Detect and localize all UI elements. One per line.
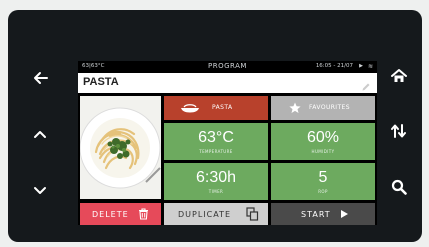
star-icon bbox=[289, 102, 301, 113]
start-button[interactable]: START bbox=[271, 203, 375, 225]
touch-screen: 63|63°C PROGRAM 16:05 - 21/07 ▶ ≋ PASTA bbox=[78, 61, 377, 225]
start-label: START bbox=[301, 210, 331, 219]
humidity-label: HUMIDITY bbox=[311, 149, 335, 154]
status-bar: 63|63°C PROGRAM 16:05 - 21/07 ▶ ≋ bbox=[78, 61, 377, 72]
category-label: PASTA bbox=[212, 104, 233, 111]
duplicate-label: DUPLICATE bbox=[178, 210, 232, 219]
play-icon bbox=[341, 210, 348, 218]
scroll-down-button[interactable] bbox=[27, 178, 53, 204]
rop-tile[interactable]: 5 ROP bbox=[271, 163, 375, 200]
duplicate-button[interactable]: DUPLICATE bbox=[164, 203, 268, 225]
trash-icon bbox=[139, 208, 148, 220]
chevron-down-icon bbox=[34, 187, 46, 194]
wifi-icon: ≋ bbox=[367, 63, 373, 70]
temperature-tile[interactable]: 63°C TEMPERATURE bbox=[164, 123, 268, 160]
duplicate-icon bbox=[246, 207, 259, 221]
timer-value: 6:30h bbox=[195, 169, 237, 186]
timer-tile[interactable]: 6:30h TIMER bbox=[164, 163, 268, 200]
search-icon bbox=[391, 179, 407, 195]
back-arrow-icon bbox=[34, 72, 48, 84]
home-icon bbox=[391, 69, 407, 82]
play-status-icon: ▶ bbox=[359, 63, 363, 69]
search-button[interactable] bbox=[386, 174, 412, 200]
recipe-name: PASTA bbox=[83, 76, 119, 88]
edit-pencil-icon[interactable] bbox=[361, 77, 371, 96]
scroll-up-button[interactable] bbox=[27, 121, 53, 147]
humidity-tile[interactable]: 60% HUMIDITY bbox=[271, 123, 375, 160]
timer-label: TIMER bbox=[208, 189, 224, 194]
favourites-label: FAVOURITES bbox=[309, 104, 350, 111]
chevron-up-icon bbox=[34, 131, 46, 138]
oven-control-panel: 63|63°C PROGRAM 16:05 - 21/07 ▶ ≋ PASTA bbox=[8, 10, 422, 242]
sort-button[interactable] bbox=[386, 118, 412, 144]
humidity-value: 60% bbox=[306, 129, 340, 146]
pasta-image bbox=[80, 96, 161, 199]
category-button[interactable]: PASTA bbox=[164, 96, 268, 120]
status-datetime: 16:05 - 21/07 bbox=[315, 63, 353, 69]
dish-icon bbox=[181, 104, 199, 113]
temperature-value: 63°C bbox=[198, 129, 234, 146]
favourites-button[interactable]: FAVOURITES bbox=[271, 96, 375, 120]
delete-label: DELETE bbox=[92, 210, 129, 219]
recipe-photo bbox=[80, 96, 161, 199]
sort-arrows-icon bbox=[391, 124, 406, 138]
delete-button[interactable]: DELETE bbox=[80, 203, 161, 225]
temperature-label: TEMPERATURE bbox=[199, 149, 233, 154]
rop-label: ROP bbox=[318, 189, 328, 194]
recipe-name-field[interactable]: PASTA bbox=[78, 73, 377, 93]
back-button[interactable] bbox=[27, 65, 53, 91]
rop-value: 5 bbox=[318, 169, 328, 186]
home-button[interactable] bbox=[386, 63, 412, 89]
